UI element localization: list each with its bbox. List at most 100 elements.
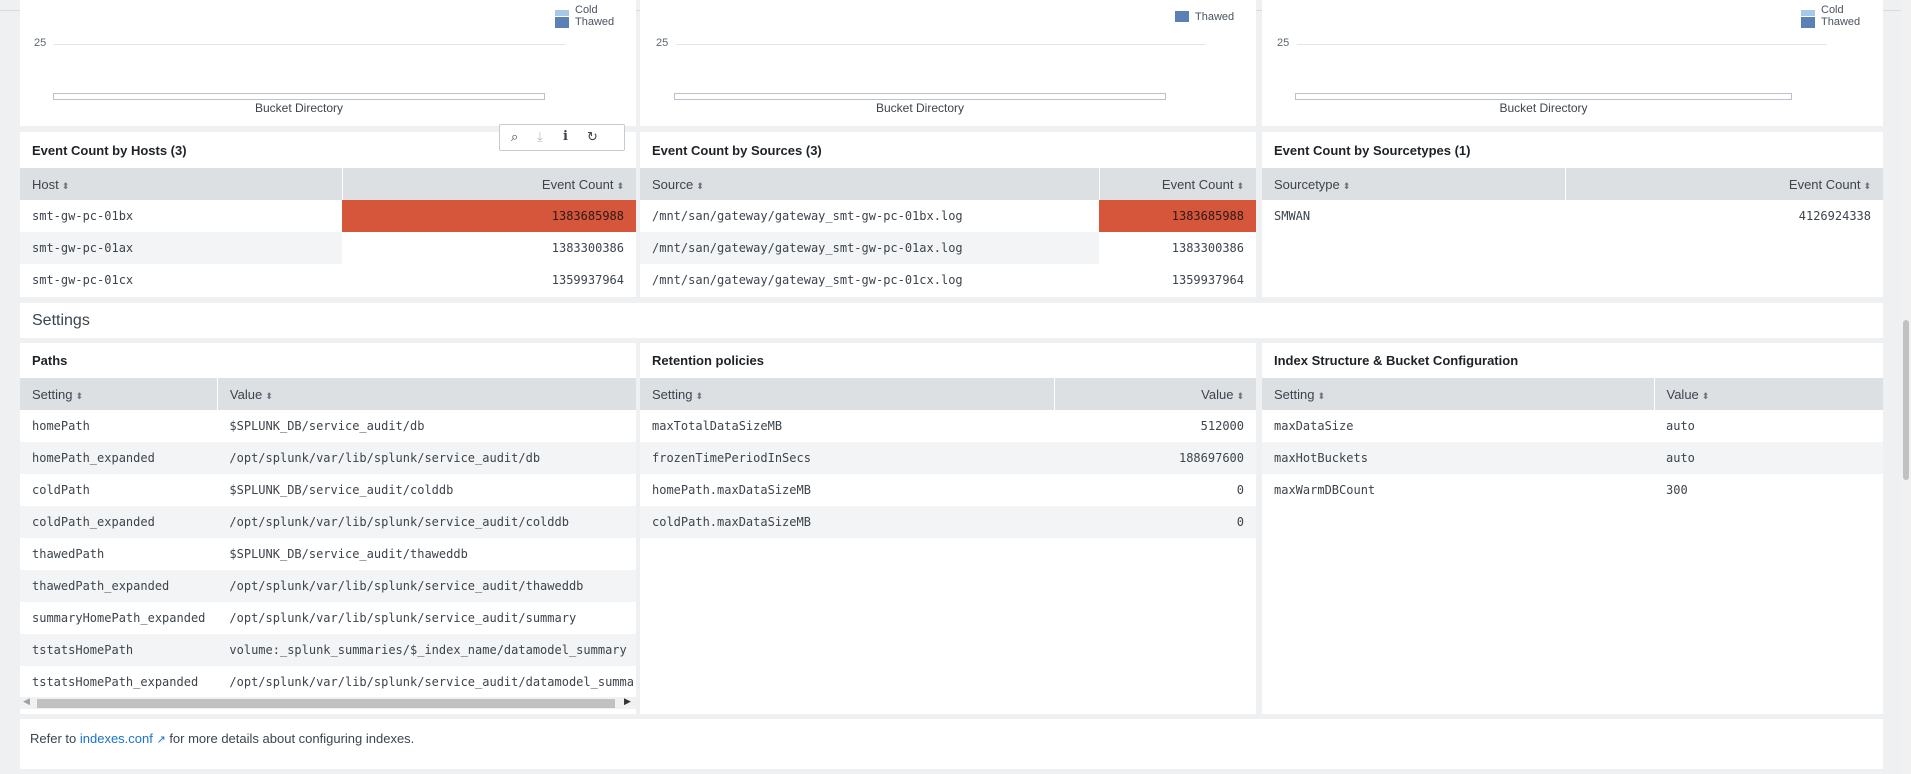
sort-icon: ⬍ xyxy=(265,390,273,401)
table-row[interactable]: maxHotBuckets auto xyxy=(1262,442,1883,474)
sort-icon: ⬍ xyxy=(696,180,704,191)
refresh-icon[interactable]: ↻ xyxy=(587,129,598,145)
table-row[interactable]: tstatsHomePath_expanded/opt/splunk/var/l… xyxy=(20,666,636,698)
table-row[interactable]: maxWarmDBCount 300 xyxy=(1262,474,1883,506)
legend-swatch-cold xyxy=(1801,10,1815,16)
page-scrollbar-thumb[interactable] xyxy=(1903,320,1909,480)
table-row[interactable]: tstatsHomePath volume:_splunk_summaries/$… xyxy=(20,634,636,666)
y-tick-label: 25 xyxy=(1277,37,1290,49)
table-row[interactable]: /mnt/san/gateway/gateway_smt-gw-pc-01ax.… xyxy=(640,232,1256,264)
hosts-panel: Event Count by Hosts (3) Host ⬍ Event Cou… xyxy=(20,132,636,297)
column-header-event-count[interactable]: Event Count ⬍ xyxy=(342,168,636,200)
paths-panel: Paths Setting ⬍ Value ⬍ homePath $SPLUNK_DB… xyxy=(20,343,636,714)
footer-note: Refer to indexes.conf ↗ for more details… xyxy=(30,731,415,746)
x-axis-label: Bucket Directory xyxy=(875,101,965,115)
column-header-source[interactable]: Source ⬍ xyxy=(640,168,1100,200)
legend-swatch-thawed xyxy=(1175,11,1189,22)
column-header-event-count[interactable]: Event Count ⬍ xyxy=(1565,168,1883,200)
table-row[interactable]: /mnt/san/gateway/gateway_smt-gw-pc-01bx.… xyxy=(640,200,1256,232)
column-header-value[interactable]: Value ⬍ xyxy=(1654,378,1883,410)
legend-label-thawed: Thawed xyxy=(1821,16,1861,28)
sourcetypes-panel: Event Count by Sourcetypes (1) Sourcetyp… xyxy=(1262,132,1883,297)
indexes-conf-link[interactable]: indexes.conf xyxy=(80,731,153,746)
y-gridline xyxy=(54,44,566,45)
retention-table: Setting ⬍ Value ⬍ maxTotalDataSizeMB 512000… xyxy=(640,378,1256,538)
legend-label-thawed: Thawed xyxy=(1195,11,1235,23)
sort-icon: ⬍ xyxy=(1342,180,1351,191)
table-row[interactable]: smt-gw-pc-01cx 1359937964 xyxy=(20,264,636,296)
bucket-chart-panel-2: Thawed 25 Bucket Directory xyxy=(640,0,1256,126)
index-structure-panel: Index Structure & Bucket Configuration S… xyxy=(1262,343,1883,714)
legend-swatch-thawed xyxy=(555,17,569,28)
settings-header: Settings xyxy=(20,303,1883,338)
sort-icon: ⬍ xyxy=(61,180,70,191)
table-row[interactable]: /mnt/san/gateway/gateway_smt-gw-pc-01cx.… xyxy=(640,264,1256,296)
horizontal-scrollbar-thumb[interactable] xyxy=(37,699,615,708)
column-header-host[interactable]: Host ⬍ xyxy=(20,168,343,200)
table-row[interactable]: frozenTimePeriodInSecs 188697600 xyxy=(640,442,1256,474)
hosts-table: Host ⬍ Event Count ⬍ smt-gw-pc-01bx 1383685… xyxy=(20,168,636,296)
panel-title: Event Count by Sourcetypes (1) xyxy=(1274,143,1471,158)
table-row[interactable]: thawedPath $SPLUNK_DB/service_audit/thawe… xyxy=(20,538,636,570)
panel-title: Paths xyxy=(32,353,68,368)
column-header-setting[interactable]: Setting ⬍ xyxy=(20,378,218,410)
sort-icon: ⬍ xyxy=(1317,390,1326,401)
table-row[interactable]: coldPath_expanded/opt/splunk/var/lib/spl… xyxy=(20,506,636,538)
table-row[interactable]: smt-gw-pc-01ax 1383300386 xyxy=(20,232,636,264)
retention-panel: Retention policies Setting ⬍ Value ⬍ maxTo… xyxy=(640,343,1256,714)
table-row[interactable]: homePath $SPLUNK_DB/service_audit/db xyxy=(20,410,636,442)
legend-swatch-thawed xyxy=(1801,17,1815,28)
settings-title: Settings xyxy=(32,312,90,329)
paths-table: Setting ⬍ Value ⬍ homePath $SPLUNK_DB/servi… xyxy=(20,378,636,698)
sort-icon: ⬍ xyxy=(1863,180,1871,191)
bucket-chart-panel-3: Cold Thawed 25 Bucket Directory xyxy=(1262,0,1883,126)
x-axis-bracket xyxy=(674,93,1166,100)
table-row[interactable]: coldPath $SPLUNK_DB/service_audit/colddb xyxy=(20,474,636,506)
panel-title: Event Count by Sources (3) xyxy=(652,143,822,158)
legend-label-cold: Cold xyxy=(575,4,598,16)
download-icon[interactable]: ⤓ xyxy=(537,129,543,145)
table-row[interactable]: homePath.maxDataSizeMB 0 xyxy=(640,474,1256,506)
column-header-event-count[interactable]: Event Count ⬍ xyxy=(1099,168,1256,200)
panel-title: Retention policies xyxy=(652,353,764,368)
legend-label-thawed: Thawed xyxy=(575,16,615,28)
column-header-setting[interactable]: Setting ⬍ xyxy=(640,378,1055,410)
sort-icon: ⬍ xyxy=(1701,390,1710,401)
table-row[interactable]: summaryHomePath_expanded/opt/splunk/var/… xyxy=(20,602,636,634)
sort-icon: ⬍ xyxy=(695,390,704,401)
index-structure-table: Setting ⬍ Value ⬍ maxDataSize auto maxHotBu… xyxy=(1262,378,1883,506)
table-row[interactable]: smt-gw-pc-01bx 1383685988 xyxy=(20,200,636,232)
sourcetypes-table: Sourcetype ⬍ Event Count ⬍ SMWAN 4126924338 xyxy=(1262,168,1883,232)
sort-icon: ⬍ xyxy=(1236,180,1244,191)
x-axis-bracket xyxy=(1295,93,1792,100)
external-link-icon: ↗ xyxy=(156,734,166,746)
y-tick-label: 25 xyxy=(34,37,47,49)
panel-toolbar: ⌕ ⤓ i ↻ xyxy=(499,124,625,151)
table-row[interactable]: coldPath.maxDataSizeMB 0 xyxy=(640,506,1256,538)
sort-icon: ⬍ xyxy=(616,180,624,191)
legend-label-cold: Cold xyxy=(1821,4,1844,16)
bucket-chart-panel-1: Cold Thawed 25 Bucket Directory xyxy=(20,0,636,126)
column-header-sourcetype[interactable]: Sourcetype ⬍ xyxy=(1262,168,1566,200)
table-row[interactable]: homePath_expanded/opt/splunk/var/lib/spl… xyxy=(20,442,636,474)
sources-panel: Event Count by Sources (3) Source ⬍ Event… xyxy=(640,132,1256,297)
table-row[interactable]: maxDataSize auto xyxy=(1262,410,1883,442)
column-header-value[interactable]: Value ⬍ xyxy=(217,378,636,410)
x-axis-label: Bucket Directory xyxy=(254,101,344,115)
column-header-setting[interactable]: Setting ⬍ xyxy=(1262,378,1655,410)
y-tick-label: 25 xyxy=(656,37,669,49)
search-icon[interactable]: ⌕ xyxy=(511,129,518,145)
sort-icon: ⬍ xyxy=(1236,390,1244,401)
scroll-left-arrow[interactable]: ◀ xyxy=(23,696,30,707)
column-header-value[interactable]: Value ⬍ xyxy=(1054,378,1256,410)
x-axis-bracket xyxy=(53,93,545,100)
y-gridline xyxy=(1297,44,1827,45)
legend-swatch-cold xyxy=(555,10,569,16)
scroll-right-arrow[interactable]: ▶ xyxy=(624,696,631,707)
info-icon[interactable]: i xyxy=(563,129,568,144)
table-row[interactable]: maxTotalDataSizeMB 512000 xyxy=(640,410,1256,442)
table-row[interactable]: SMWAN 4126924338 xyxy=(1262,200,1883,232)
table-row[interactable]: thawedPath_expanded/opt/splunk/var/lib/s… xyxy=(20,570,636,602)
y-gridline xyxy=(676,44,1206,45)
x-axis-label: Bucket Directory xyxy=(1499,101,1588,115)
